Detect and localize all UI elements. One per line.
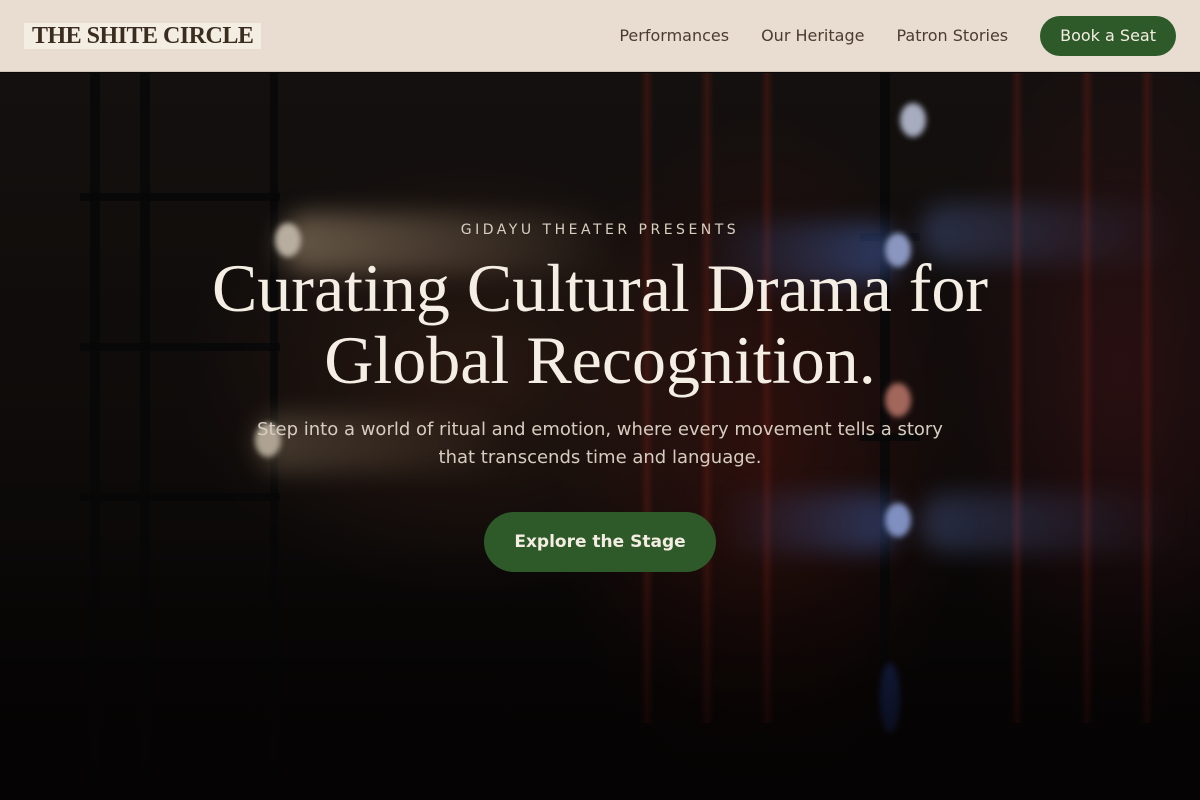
nav-link-patron-stories[interactable]: Patron Stories (896, 26, 1008, 45)
book-seat-button[interactable]: Book a Seat (1040, 15, 1176, 56)
nav-link-performances[interactable]: Performances (619, 26, 729, 45)
explore-stage-button[interactable]: Explore the Stage (484, 512, 716, 572)
hero-eyebrow: GIDAYU THEATER PRESENTS (460, 222, 740, 238)
brand-logo[interactable]: THE SHITE CIRCLE (24, 22, 262, 49)
top-navbar: THE SHITE CIRCLE Performances Our Herita… (0, 0, 1200, 72)
headline-line-1: Curating Cultural Drama for (211, 250, 989, 326)
headline-line-2: Global Recognition. (324, 322, 876, 398)
hero-subtitle: Step into a world of ritual and emotion,… (257, 419, 943, 468)
nav-link-our-heritage[interactable]: Our Heritage (761, 26, 864, 45)
hero-headline: Curating Cultural Drama for Global Recog… (150, 252, 1050, 396)
hero-content: GIDAYU THEATER PRESENTS Curating Cultura… (0, 73, 1200, 800)
hero-section: GIDAYU THEATER PRESENTS Curating Cultura… (0, 73, 1200, 800)
nav-menu: Performances Our Heritage Patron Stories… (619, 15, 1176, 56)
